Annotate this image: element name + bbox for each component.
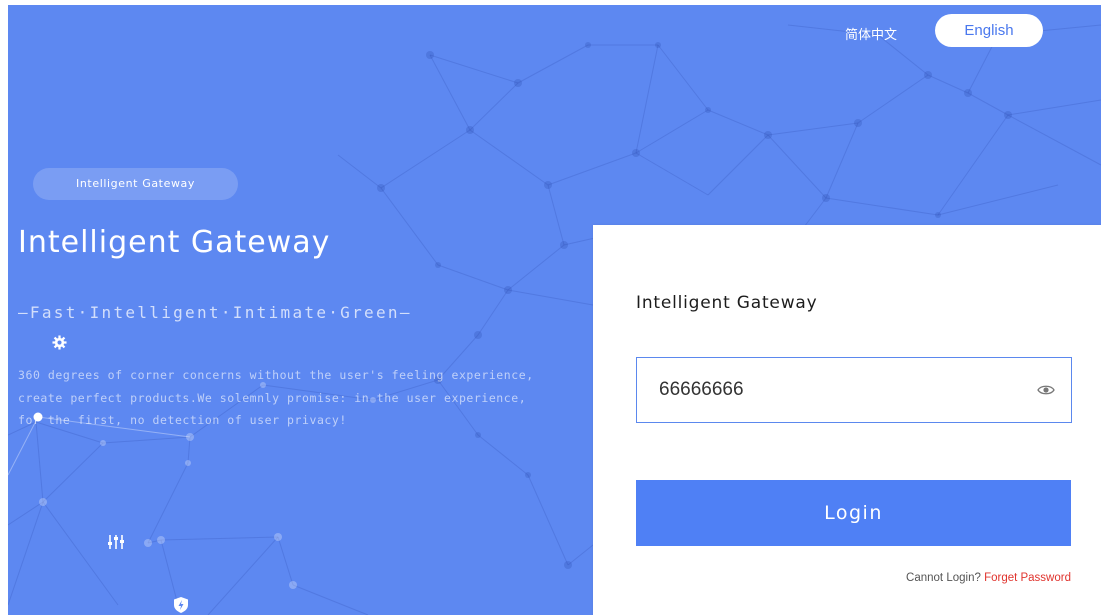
gear-icon [52, 335, 67, 350]
lang-english-button[interactable]: English [935, 14, 1043, 47]
shield-icon [174, 597, 188, 613]
lang-chinese-link[interactable]: 简体中文 [845, 24, 897, 43]
forget-password-link[interactable]: Forget Password [984, 572, 1071, 584]
cannot-login-text: Cannot Login? [906, 572, 981, 584]
password-input[interactable] [637, 358, 1039, 422]
hero-background: 简体中文 English Intelligent Gateway Intelli… [8, 5, 1101, 615]
login-help: Cannot Login? Forget Password [906, 572, 1071, 584]
hero-tag: Intelligent Gateway [33, 168, 238, 200]
login-card: Intelligent Gateway Login Cannot Login? … [593, 225, 1101, 615]
login-button[interactable]: Login [636, 480, 1071, 546]
password-field[interactable] [636, 357, 1072, 423]
login-page: 简体中文 English Intelligent Gateway Intelli… [0, 0, 1101, 615]
hero-title: Intelligent Gateway [18, 225, 331, 260]
login-title: Intelligent Gateway [636, 293, 818, 313]
sliders-icon [107, 533, 125, 551]
hero-description: 360 degrees of corner concerns without t… [18, 368, 534, 427]
eye-icon[interactable] [1037, 383, 1055, 397]
hero-slogan: —Fast·Intelligent·Intimate·Green— [18, 303, 412, 322]
